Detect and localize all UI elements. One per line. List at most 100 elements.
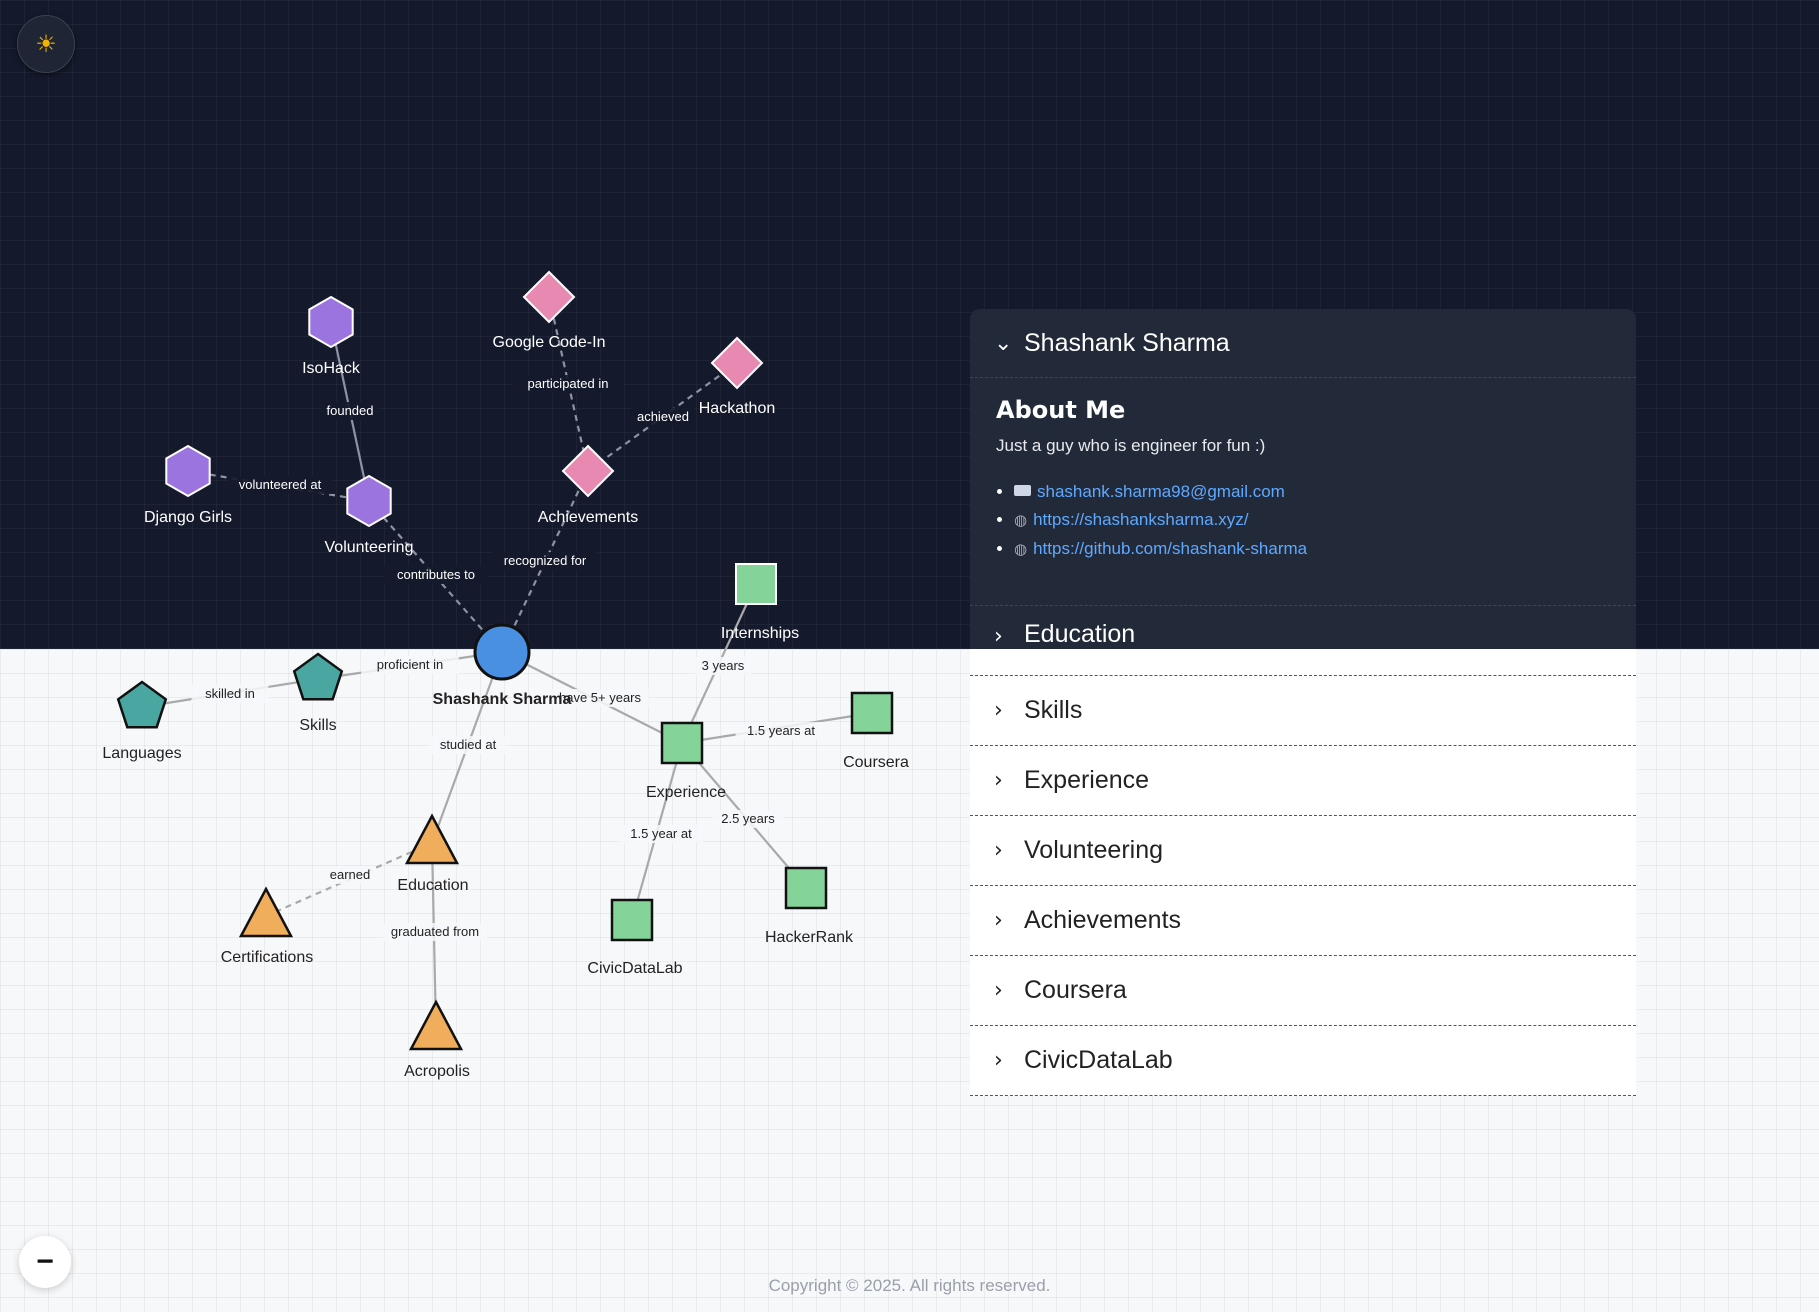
contact-email: shashank.sharma98@gmail.com <box>1014 478 1610 506</box>
node-label-django: Django Girls <box>144 509 232 526</box>
chevron-right-icon: › <box>994 624 1003 649</box>
edge-label: contributes to <box>383 566 489 584</box>
theme-toggle-button[interactable]: ☀ <box>17 15 75 73</box>
profile-panel-expanded: ⌄ Shashank Sharma About Me Just a guy wh… <box>970 309 1636 649</box>
node-coursera[interactable] <box>850 691 894 735</box>
section-label: Education <box>1024 620 1136 648</box>
section-label: Coursera <box>1024 976 1127 1004</box>
about-tagline: Just a guy who is engineer for fun :) <box>996 436 1266 455</box>
node-label-hackerrank: HackerRank <box>765 929 854 946</box>
edge-label: graduated from <box>382 923 488 941</box>
node-achievements[interactable] <box>561 444 615 498</box>
edge-label: skilled in <box>191 685 269 703</box>
node-label-coursera: Coursera <box>843 754 909 771</box>
edge-label: studied at <box>429 736 507 754</box>
section-volunteering[interactable]: › Volunteering <box>970 816 1636 886</box>
svg-text:volunteered at: volunteered at <box>239 477 322 492</box>
node-hackerrank[interactable] <box>784 866 828 910</box>
svg-text:contributes to: contributes to <box>397 567 475 582</box>
node-label-experience: Experience <box>646 784 726 801</box>
node-label-gci: Google Code-In <box>493 334 606 351</box>
edge-label: proficient in <box>361 656 459 674</box>
website-link[interactable]: https://shashanksharma.xyz/ <box>1033 510 1248 529</box>
node-django[interactable] <box>165 444 211 498</box>
svg-text:graduated from: graduated from <box>391 924 479 939</box>
node-internships[interactable] <box>735 563 777 605</box>
node-civic[interactable] <box>610 898 654 942</box>
section-education[interactable]: › Education <box>970 605 1636 649</box>
section-coursera[interactable]: › Coursera <box>970 956 1636 1026</box>
profile-panel-title: Shashank Sharma <box>1024 328 1230 357</box>
node-languages[interactable] <box>116 680 168 729</box>
node-isohack[interactable] <box>308 295 354 349</box>
section-label: Experience <box>1024 766 1150 794</box>
svg-text:founded: founded <box>327 403 374 418</box>
section-civicdatalab[interactable]: › CivicDataLab <box>970 1026 1636 1096</box>
edge-label: participated in <box>512 375 624 393</box>
svg-text:1.5 year at: 1.5 year at <box>630 826 692 841</box>
chevron-right-icon: › <box>994 1048 1003 1073</box>
node-label-hackathon: Hackathon <box>699 400 776 417</box>
contact-github: ◍ https://github.com/shashank-sharma <box>1014 535 1610 564</box>
about-section: About Me Just a guy who is engineer for … <box>970 378 1636 564</box>
node-label-isohack: IsoHack <box>302 360 361 377</box>
email-link[interactable]: shashank.sharma98@gmail.com <box>1037 482 1285 501</box>
section-education-tail[interactable] <box>970 649 1636 676</box>
about-heading: About Me <box>996 396 1126 424</box>
svg-text:skilled in: skilled in <box>205 686 255 701</box>
node-label-education: Education <box>397 877 468 894</box>
node-experience[interactable] <box>660 721 704 765</box>
svg-text:participated in: participated in <box>528 376 609 391</box>
profile-panel: ⌄ Shashank Sharma About Me Just a guy wh… <box>970 309 1636 1096</box>
node-label-skills: Skills <box>299 717 336 734</box>
node-skills[interactable] <box>292 652 344 701</box>
edge-label: 1.5 years at <box>735 722 827 740</box>
profile-panel-header[interactable]: ⌄ Shashank Sharma <box>970 309 1636 378</box>
svg-text:proficient in: proficient in <box>377 657 443 672</box>
node-label-volunteering: Volunteering <box>325 539 414 556</box>
edge-label: volunteered at <box>227 476 333 494</box>
svg-text:achieved: achieved <box>637 409 689 424</box>
node-center[interactable] <box>473 623 531 681</box>
email-icon <box>1014 485 1031 496</box>
globe-icon: ◍ <box>1014 512 1028 529</box>
node-label-achievements: Achievements <box>538 509 639 526</box>
svg-text:studied at: studied at <box>440 737 497 752</box>
svg-text:recognized for: recognized for <box>504 553 587 568</box>
github-link[interactable]: https://github.com/shashank-sharma <box>1033 539 1307 558</box>
chevron-right-icon: › <box>994 768 1003 793</box>
chevron-right-icon: › <box>994 698 1003 723</box>
chevron-right-icon: › <box>994 838 1003 863</box>
chevron-right-icon: › <box>994 908 1003 933</box>
node-hackathon[interactable] <box>710 336 764 390</box>
node-label-certs: Certifications <box>221 949 313 966</box>
copyright-footer: Copyright © 2025. All rights reserved. <box>768 1276 1051 1295</box>
section-achievements[interactable]: › Achievements <box>970 886 1636 956</box>
section-label: Skills <box>1024 696 1083 724</box>
node-gci[interactable] <box>522 270 576 324</box>
node-label-internships: Internships <box>721 625 799 642</box>
node-label-civic: CivicDataLab <box>587 960 682 977</box>
sun-icon: ☀ <box>35 30 57 58</box>
svg-text:3 years: 3 years <box>702 658 745 673</box>
node-label-languages: Languages <box>102 745 181 762</box>
node-education[interactable] <box>404 813 460 865</box>
node-label-acropolis: Acropolis <box>404 1063 470 1080</box>
edge-label: achieved <box>631 408 695 426</box>
node-label-center: Shashank Sharma <box>433 691 572 708</box>
edge-label: earned <box>325 866 375 884</box>
edge-label: founded <box>321 402 379 420</box>
svg-text:1.5 years at: 1.5 years at <box>747 723 815 738</box>
node-acropolis[interactable] <box>408 999 464 1051</box>
node-certs[interactable] <box>238 886 294 938</box>
edge-label: recognized for <box>492 552 598 570</box>
profile-panel-sections: › Skills › Experience › Volunteering › A… <box>970 649 1636 1096</box>
contact-website: ◍ https://shashanksharma.xyz/ <box>1014 506 1610 535</box>
section-skills[interactable]: › Skills <box>970 676 1636 746</box>
section-experience[interactable]: › Experience <box>970 746 1636 816</box>
edge-label: 1.5 year at <box>619 825 703 843</box>
minus-icon: − <box>36 1245 54 1278</box>
section-label: Volunteering <box>1024 836 1164 864</box>
section-label: Achievements <box>1024 906 1182 934</box>
svg-text:2.5 years: 2.5 years <box>721 811 775 826</box>
